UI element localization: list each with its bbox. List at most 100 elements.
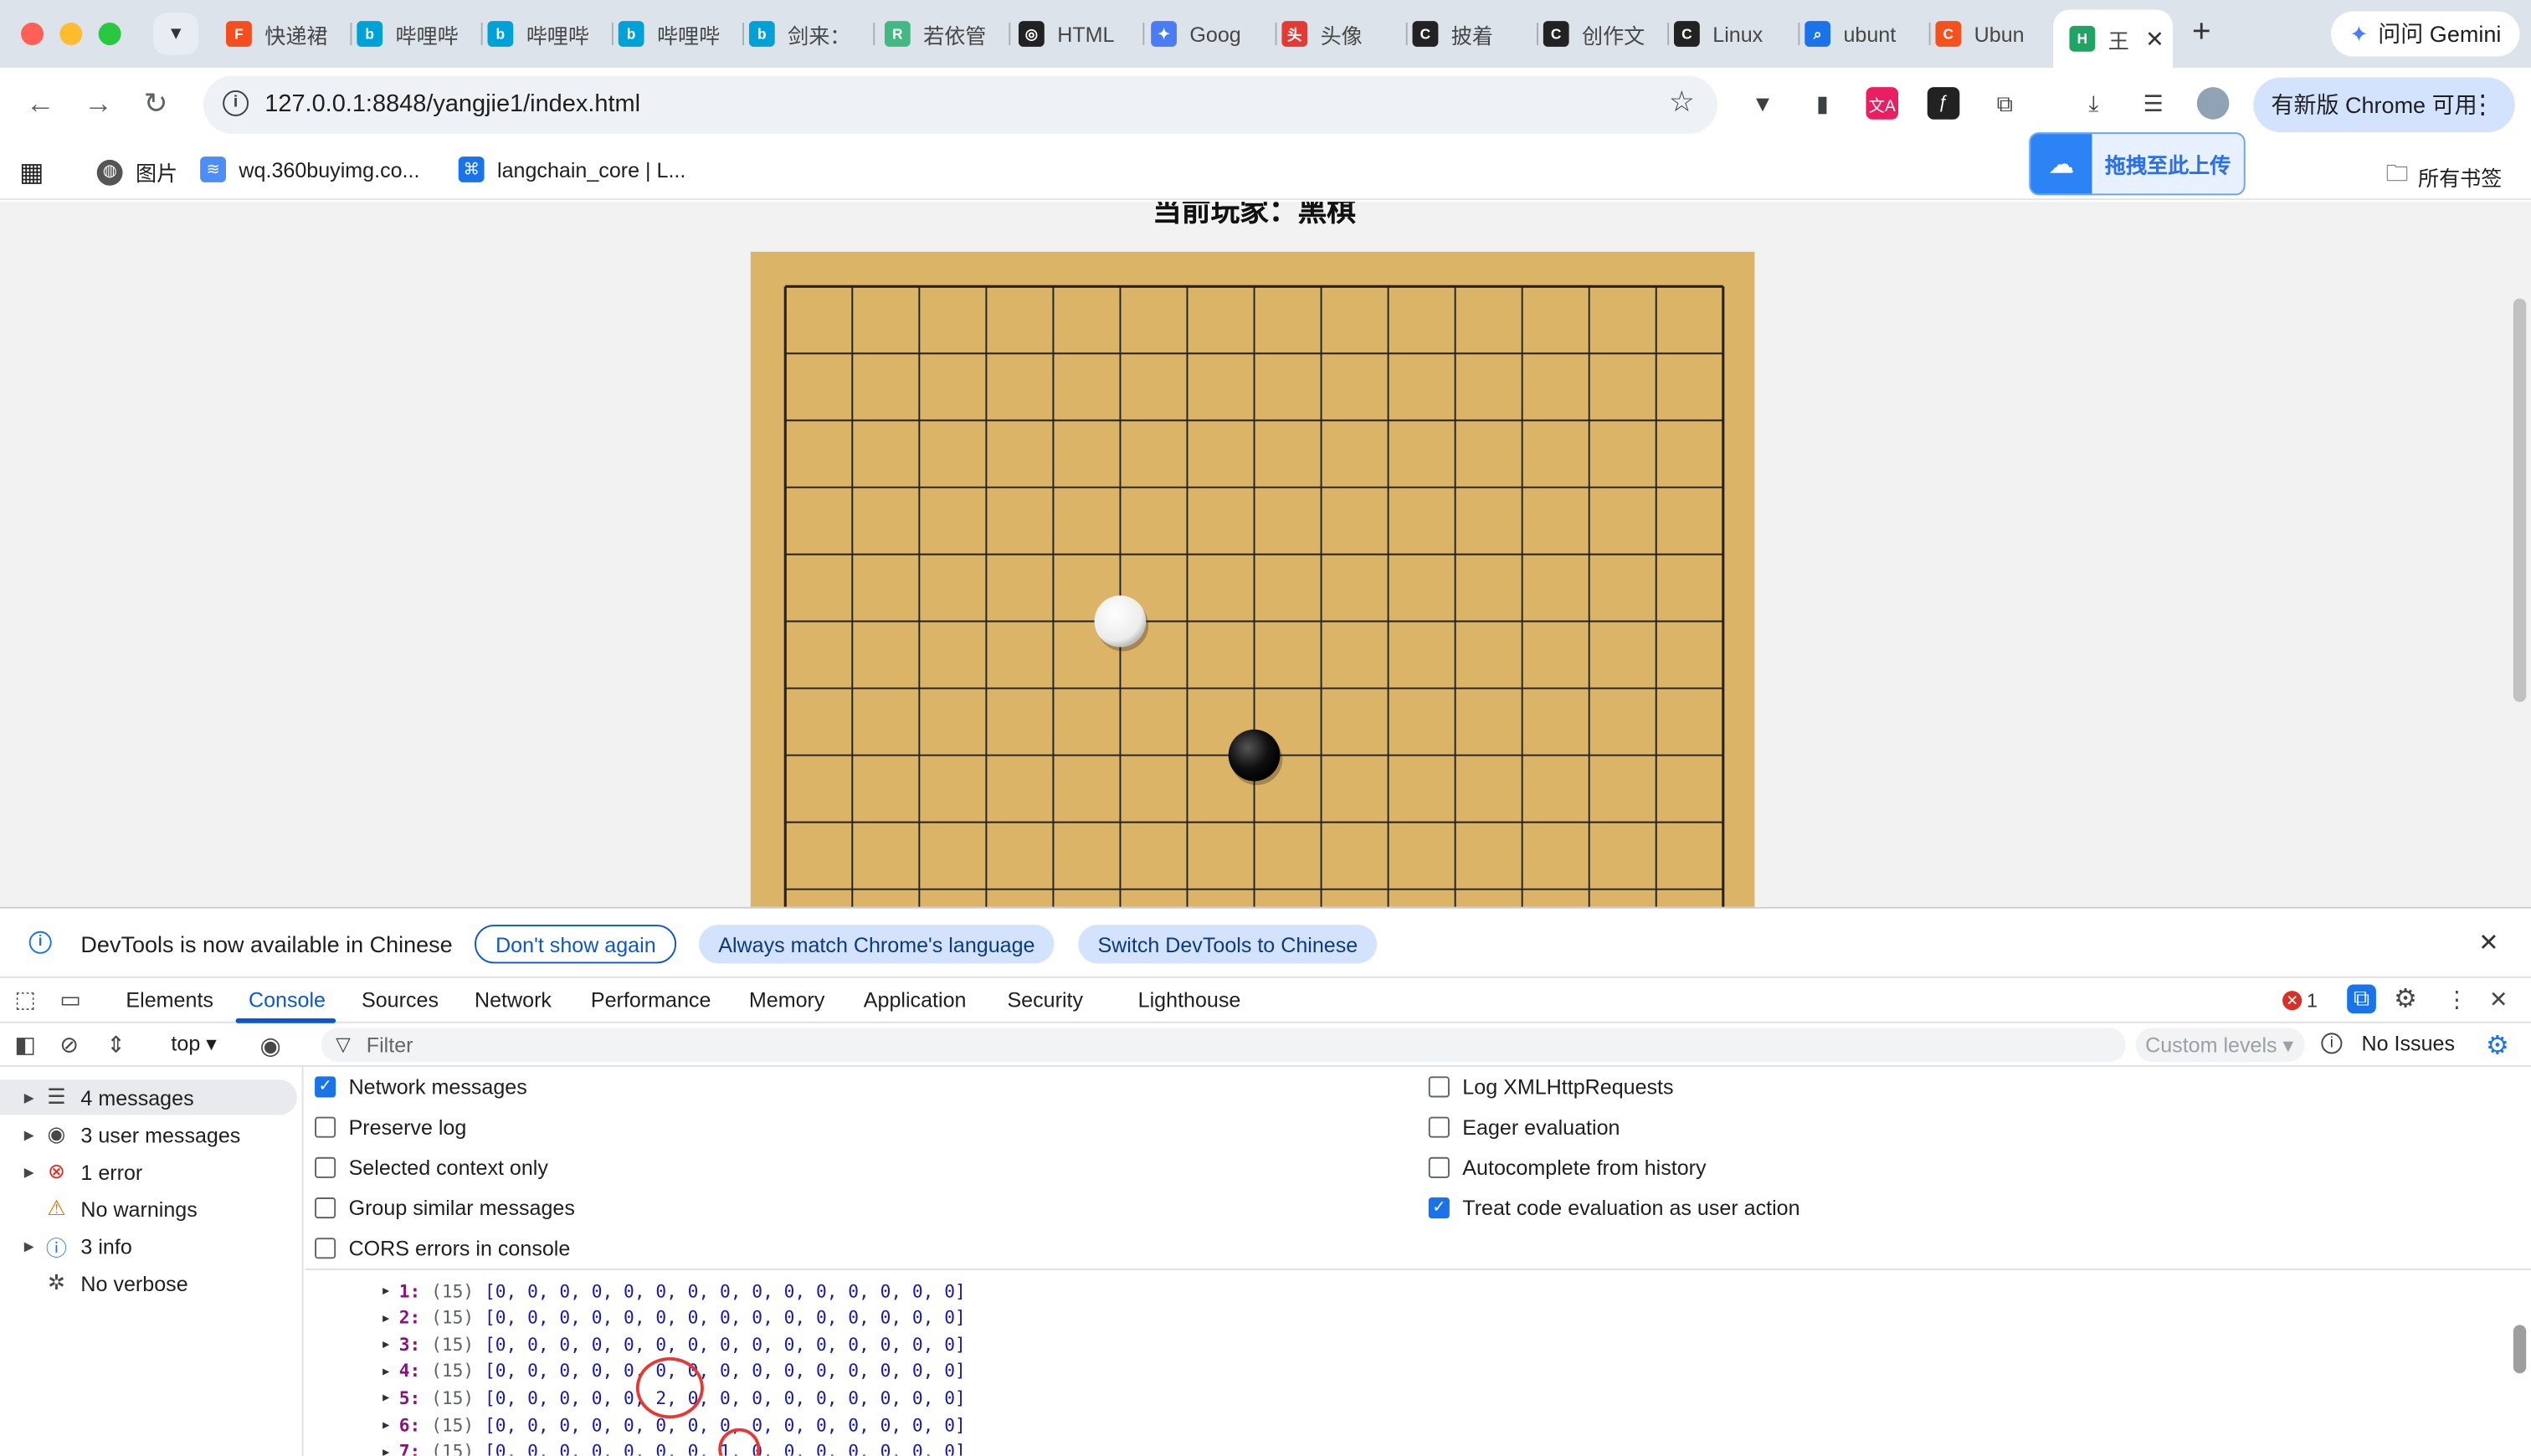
expand-triangle-icon[interactable]: ▶ xyxy=(382,1311,389,1324)
settings-gear-icon[interactable]: ⚙ xyxy=(2394,983,2417,1016)
checkbox-unchecked-icon[interactable] xyxy=(1428,1076,1450,1098)
checkbox-unchecked-icon[interactable] xyxy=(315,1238,336,1259)
checkbox-checked-icon[interactable]: ✓ xyxy=(315,1076,336,1098)
sidebar-filter-item[interactable]: ▶ ☰ 4 messages xyxy=(0,1079,297,1115)
bookmark-item[interactable]: ⌘ langchain_core | L... xyxy=(458,156,685,182)
reload-icon[interactable]: ↻ xyxy=(144,87,168,120)
profile-avatar[interactable] xyxy=(2196,87,2230,120)
tab-item[interactable]: C Linux xyxy=(1673,13,1800,54)
sidebar-toggle-icon[interactable]: ◧ xyxy=(14,1031,36,1059)
tab-item[interactable]: ⌕ ubunt xyxy=(1805,13,1931,54)
context-selector[interactable]: top ▾ xyxy=(171,1031,216,1057)
minimize-window-button[interactable] xyxy=(59,23,83,46)
console-log-row[interactable]: ▶ 3: (15) [0, 0, 0, 0, 0, 0, 0, 0, 0, 0, … xyxy=(382,1331,966,1357)
url-text[interactable]: 127.0.0.1:8848/yangjie1/index.html xyxy=(264,90,640,118)
dont-show-again-button[interactable]: Don't show again xyxy=(475,925,677,964)
switch-to-chinese-button[interactable]: Switch DevTools to Chinese xyxy=(1078,925,1378,964)
devtools-tab-elements[interactable]: Elements xyxy=(126,987,213,1012)
tab-item[interactable]: 头头像 xyxy=(1281,13,1408,54)
devtools-tab-performance[interactable]: Performance xyxy=(591,987,711,1012)
console-settings-gear-icon[interactable]: ⚙ xyxy=(2486,1029,2509,1062)
sidebar-filter-item[interactable]: ▶ ⓘ 3 info xyxy=(0,1228,297,1264)
devtools-tab-security[interactable]: Security xyxy=(1007,987,1083,1012)
tab-item[interactable]: b 哔哩哔 xyxy=(618,13,745,54)
expand-arrow-icon[interactable]: ▶ xyxy=(16,1127,42,1141)
extension-translate-icon[interactable]: 文A xyxy=(1866,87,1899,120)
console-setting-checkbox[interactable]: CORS errors in console xyxy=(315,1236,570,1260)
tab-item[interactable]: b 剑来： xyxy=(748,13,875,54)
expand-triangle-icon[interactable]: ▶ xyxy=(382,1365,389,1377)
gomoku-board[interactable] xyxy=(750,251,1755,907)
expand-triangle-icon[interactable]: ▶ xyxy=(382,1284,389,1297)
expand-arrow-icon[interactable]: ▶ xyxy=(16,1238,42,1253)
sidebar-filter-item[interactable]: ✲ No verbose xyxy=(0,1265,297,1300)
back-arrow-icon[interactable]: ← xyxy=(26,87,55,120)
checkbox-unchecked-icon[interactable] xyxy=(1428,1116,1450,1138)
tab-item[interactable]: b 哔哩哔 xyxy=(357,13,483,54)
checkbox-checked-icon[interactable]: ✓ xyxy=(1428,1197,1450,1219)
devtools-tab-sources[interactable]: Sources xyxy=(362,987,439,1012)
page-scrollbar[interactable] xyxy=(2513,298,2527,702)
forward-arrow-icon[interactable]: → xyxy=(84,87,113,120)
console-setting-checkbox[interactable]: Log XMLHttpRequests xyxy=(1428,1074,1674,1099)
more-menu-icon[interactable]: ⋮ xyxy=(2470,89,2496,121)
devtools-tab-console[interactable]: Console xyxy=(249,987,326,1012)
tab-active[interactable]: H 王 ✕ xyxy=(2053,9,2173,69)
sidebar-filter-item[interactable]: ▶ ◉ 3 user messages xyxy=(0,1117,297,1152)
console-setting-checkbox[interactable]: Preserve log xyxy=(315,1115,466,1140)
more-options-icon[interactable]: ⋮ xyxy=(2446,986,2468,1013)
tab-item[interactable]: ✦ Goog xyxy=(1151,13,1277,54)
expand-arrow-icon[interactable]: ▶ xyxy=(16,1090,42,1105)
console-setting-checkbox[interactable]: Autocomplete from history xyxy=(1428,1156,1707,1180)
console-setting-checkbox[interactable]: ✓ Network messages xyxy=(315,1074,527,1099)
address-bar[interactable]: i 127.0.0.1:8848/yangjie1/index.html ☆ xyxy=(203,75,1718,135)
bookmark-item[interactable]: ≋ wq.360buyimg.co... xyxy=(200,156,419,182)
console-setting-checkbox[interactable]: Selected context only xyxy=(315,1156,548,1180)
expand-triangle-icon[interactable]: ▶ xyxy=(382,1445,389,1455)
issues-counter[interactable]: i No Issues xyxy=(2321,1031,2455,1055)
media-control-icon[interactable]: ☰ xyxy=(2137,87,2169,120)
console-setting-checkbox[interactable]: Eager evaluation xyxy=(1428,1115,1620,1140)
chrome-update-button[interactable]: 有新版 Chrome 可用 ⋮ xyxy=(2253,77,2515,133)
sidebar-filter-item[interactable]: ⚠ No warnings xyxy=(0,1191,297,1226)
console-setting-checkbox[interactable]: Group similar messages xyxy=(315,1196,575,1220)
checkbox-unchecked-icon[interactable] xyxy=(315,1197,336,1219)
scroll-to-top-icon[interactable]: ⇕ xyxy=(106,1031,126,1059)
expand-arrow-icon[interactable]: ▶ xyxy=(16,1164,42,1178)
expand-triangle-icon[interactable]: ▶ xyxy=(382,1338,389,1351)
tab-item[interactable]: ◎ HTML xyxy=(1018,13,1145,54)
console-setting-checkbox[interactable]: ✓ Treat code evaluation as user action xyxy=(1428,1196,1800,1220)
devtools-tab-application[interactable]: Application xyxy=(864,987,967,1012)
always-match-language-button[interactable]: Always match Chrome's language xyxy=(699,925,1055,964)
clear-console-icon[interactable]: ⊘ xyxy=(59,1031,79,1059)
tab-search-chevron-icon[interactable]: ▼ xyxy=(153,13,199,55)
error-count-badge[interactable]: ✕ 1 xyxy=(2282,989,2318,1012)
device-toolbar-icon[interactable]: ▭ xyxy=(59,986,81,1013)
upload-drop-target[interactable]: ☁ 拖拽至此上传 xyxy=(2029,132,2246,196)
tab-item[interactable]: R 若依管 xyxy=(884,13,1011,54)
live-expression-eye-icon[interactable]: ◉ xyxy=(260,1031,281,1060)
bookmark-star-icon[interactable]: ☆ xyxy=(1669,85,1695,120)
console-scrollbar[interactable] xyxy=(2513,1325,2527,1374)
download-icon[interactable]: ⤓ xyxy=(2077,87,2110,120)
tab-item[interactable]: C 创作文 xyxy=(1543,13,1670,54)
console-log-row[interactable]: ▶ 1: (15) [0, 0, 0, 0, 0, 0, 0, 0, 0, 0, … xyxy=(382,1278,966,1304)
apps-grid-icon[interactable]: ▦ xyxy=(19,156,44,189)
maximize-window-button[interactable] xyxy=(98,23,121,46)
checkbox-unchecked-icon[interactable] xyxy=(315,1116,336,1138)
board-grid[interactable] xyxy=(751,252,1755,907)
close-infobar-icon[interactable]: ✕ xyxy=(2478,928,2498,957)
console-log-row[interactable]: ▶ 7: (15) [0, 0, 0, 0, 0, 0, 0, 1, 0, 0, … xyxy=(382,1439,966,1455)
all-bookmarks[interactable]: 🗀 所有书签 xyxy=(2385,156,2502,195)
tab-item[interactable]: F 快递裙 xyxy=(226,13,352,54)
extensions-puzzle-icon[interactable]: ⧉ xyxy=(1989,87,2021,120)
expand-triangle-icon[interactable]: ▶ xyxy=(382,1418,389,1431)
checkbox-unchecked-icon[interactable] xyxy=(315,1156,336,1178)
extension-phone-icon[interactable]: ▮ xyxy=(1806,87,1839,120)
devtools-tab-memory[interactable]: Memory xyxy=(749,987,825,1012)
close-devtools-icon[interactable]: ✕ xyxy=(2489,986,2508,1013)
close-tab-icon[interactable]: ✕ xyxy=(2145,25,2164,53)
gemini-button[interactable]: ✦ 问问 Gemini xyxy=(2330,11,2520,57)
extension-v-icon[interactable]: ▼ xyxy=(1747,87,1779,120)
inspect-element-icon[interactable]: ⬚ xyxy=(14,986,36,1013)
